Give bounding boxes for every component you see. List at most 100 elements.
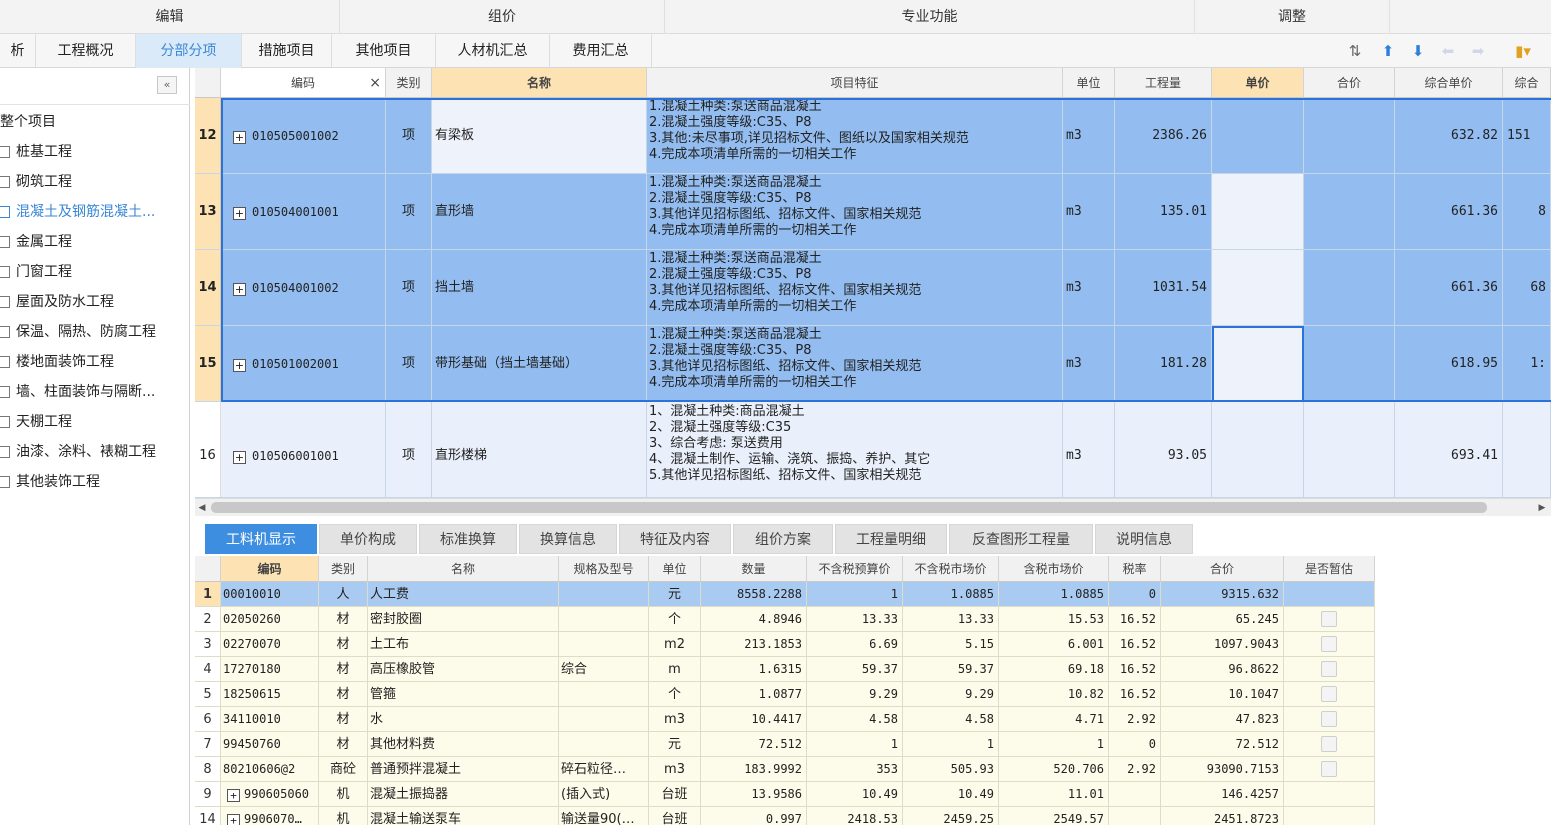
sort-icon[interactable]: ⇅ <box>1345 42 1365 60</box>
provisional-checkbox[interactable] <box>1321 686 1337 702</box>
tree-item[interactable]: 桩基工程 <box>0 137 72 167</box>
type-cell[interactable]: 项 <box>386 250 432 326</box>
comp-price-cell[interactable]: 632.82 <box>1395 98 1503 174</box>
expand-icon[interactable]: + <box>233 207 246 220</box>
unit-cell[interactable]: m3 <box>1063 326 1115 402</box>
type-cell[interactable]: 材 <box>319 707 368 732</box>
qty-cell[interactable]: 1.0877 <box>701 682 807 707</box>
mkt-cell[interactable]: 1.0885 <box>903 582 999 607</box>
resource-row[interactable]: 8 80210606@2 商砼 普通预拌混凝土 碎石粒径… m3 183.9992 353 50… <box>195 757 1375 782</box>
tree-item[interactable]: 保温、隔热、防腐工程 <box>0 317 156 347</box>
code-cell[interactable]: +010504001002 <box>221 250 386 326</box>
arrow-right-icon[interactable]: ➡ <box>1468 42 1488 60</box>
header-name[interactable]: 名称 <box>368 556 559 582</box>
rate-cell[interactable]: 0 <box>1109 732 1161 757</box>
total-cell[interactable]: 10.1047 <box>1161 682 1284 707</box>
total-cell[interactable] <box>1304 250 1395 326</box>
unit-cell[interactable]: m <box>649 657 701 682</box>
comp-price-cell[interactable]: 618.95 <box>1395 326 1503 402</box>
spec-cell[interactable] <box>559 607 649 632</box>
resource-row[interactable]: 6 34110010 材水 m3 10.4417 4.58 4.58 4.71 2.92 47.8… <box>195 707 1375 732</box>
feature-cell[interactable]: 1.混凝土种类:泵送商品混凝土 2.混凝土强度等级:C35、P8 3.其他详见招标图… <box>647 326 1063 402</box>
comp-price-cell[interactable]: 693.41 <box>1395 402 1503 498</box>
qty-cell[interactable]: 135.01 <box>1115 174 1212 250</box>
qty-cell[interactable]: 1031.54 <box>1115 250 1212 326</box>
type-cell[interactable]: 材 <box>319 607 368 632</box>
table-row[interactable]: 12 +010505001002 项 有梁板 1.混凝土种类:泵送商品混凝土 2.… <box>195 98 1551 174</box>
tree-item[interactable]: 屋面及防水工程 <box>0 287 114 317</box>
header-comp-price[interactable]: 综合单价 <box>1395 68 1503 98</box>
pre-cell[interactable]: 6.69 <box>807 632 903 657</box>
qty-cell[interactable]: 181.28 <box>1115 326 1212 402</box>
name-cell[interactable]: 混凝土输送泵车 <box>368 807 559 825</box>
provisional-checkbox[interactable] <box>1321 636 1337 652</box>
header-pre-tax-budget[interactable]: 不含税预算价 <box>807 556 903 582</box>
chk-cell[interactable] <box>1284 607 1375 632</box>
spec-cell[interactable] <box>559 707 649 732</box>
pre-cell[interactable]: 9.29 <box>807 682 903 707</box>
comp-total-cell[interactable] <box>1503 402 1551 498</box>
tax_mkt-cell[interactable]: 4.71 <box>999 707 1109 732</box>
spec-cell[interactable] <box>559 632 649 657</box>
total-cell[interactable] <box>1304 326 1395 402</box>
spec-cell[interactable]: 综合 <box>559 657 649 682</box>
spec-cell[interactable] <box>559 732 649 757</box>
tree-item[interactable]: 门窗工程 <box>0 257 72 287</box>
provisional-checkbox[interactable] <box>1321 661 1337 677</box>
name-cell[interactable]: 密封胶圈 <box>368 607 559 632</box>
chk-cell[interactable] <box>1284 732 1375 757</box>
tab-standard-conversion[interactable]: 标准换算 <box>419 524 517 554</box>
mkt-cell[interactable]: 59.37 <box>903 657 999 682</box>
arrow-down-icon[interactable]: ⬇ <box>1408 42 1428 60</box>
code-cell[interactable]: 34110010 <box>221 707 319 732</box>
chk-cell[interactable] <box>1284 682 1375 707</box>
comp-price-cell[interactable]: 661.36 <box>1395 174 1503 250</box>
code-cell[interactable]: +010501002001 <box>221 326 386 402</box>
header-feature[interactable]: 项目特征 <box>647 68 1063 98</box>
tab-cost-summary[interactable]: 费用汇总 <box>550 34 652 68</box>
unit-cell[interactable]: m3 <box>1063 402 1115 498</box>
feature-cell[interactable]: 1、混凝土种类:商品混凝土 2、混凝土强度等级:C35 3、综合考虑: 泵送费用 4、… <box>647 402 1063 498</box>
close-icon[interactable]: × <box>369 68 381 98</box>
expand-icon[interactable]: + <box>227 789 240 802</box>
scroll-thumb[interactable] <box>211 502 1487 513</box>
tab-project-overview[interactable]: 工程概况 <box>36 34 136 68</box>
unit-cell[interactable]: 个 <box>649 682 701 707</box>
feature-cell[interactable]: 1.混凝土种类:泵送商品混凝土 2.混凝土强度等级:C35、P8 3.其他详见招标图… <box>647 174 1063 250</box>
spec-cell[interactable] <box>559 582 649 607</box>
mkt-cell[interactable]: 5.15 <box>903 632 999 657</box>
total-cell[interactable] <box>1304 174 1395 250</box>
type-cell[interactable]: 机 <box>319 782 368 807</box>
tax_mkt-cell[interactable]: 10.82 <box>999 682 1109 707</box>
resource-row[interactable]: 9 +990605060 机混凝土振捣器 (插入式) 台班 13.9586 10.49 10.… <box>195 782 1375 807</box>
code-cell[interactable]: +010504001001 <box>221 174 386 250</box>
provisional-checkbox[interactable] <box>1321 761 1337 777</box>
code-cell[interactable]: 17270180 <box>221 657 319 682</box>
qty-cell[interactable]: 4.8946 <box>701 607 807 632</box>
qty-cell[interactable]: 8558.2288 <box>701 582 807 607</box>
tab-labor-material-display[interactable]: 工料机显示 <box>205 524 317 554</box>
rate-cell[interactable]: 16.52 <box>1109 632 1161 657</box>
comp-total-cell[interactable]: 151 <box>1503 98 1551 174</box>
name-cell[interactable]: 有梁板 <box>432 98 647 174</box>
header-spec[interactable]: 规格及型号 <box>559 556 649 582</box>
header-quantity[interactable]: 数量 <box>701 556 807 582</box>
total-cell[interactable]: 93090.7153 <box>1161 757 1284 782</box>
name-cell[interactable]: 直形楼梯 <box>432 402 647 498</box>
resource-row[interactable]: 7 99450760 材其他材料费元 72.512 1 1 1 0 72.512 <box>195 732 1375 757</box>
code-cell[interactable]: +990605060 <box>221 782 319 807</box>
type-cell[interactable]: 项 <box>386 174 432 250</box>
code-cell[interactable]: +010505001002 <box>221 98 386 174</box>
pre-cell[interactable]: 1 <box>807 732 903 757</box>
type-cell[interactable]: 人 <box>319 582 368 607</box>
tab-conversion-info[interactable]: 换算信息 <box>519 524 617 554</box>
mkt-cell[interactable]: 505.93 <box>903 757 999 782</box>
tax_mkt-cell[interactable]: 6.001 <box>999 632 1109 657</box>
unit-cell[interactable]: 台班 <box>649 782 701 807</box>
spec-cell[interactable] <box>559 682 649 707</box>
rate-cell[interactable]: 16.52 <box>1109 607 1161 632</box>
table-row[interactable]: 15 +010501002001 项 带形基础（挡土墙基础） 1.混凝土种类:泵… <box>195 326 1551 402</box>
qty-cell[interactable]: 13.9586 <box>701 782 807 807</box>
name-cell[interactable]: 管箍 <box>368 682 559 707</box>
type-cell[interactable]: 材 <box>319 657 368 682</box>
